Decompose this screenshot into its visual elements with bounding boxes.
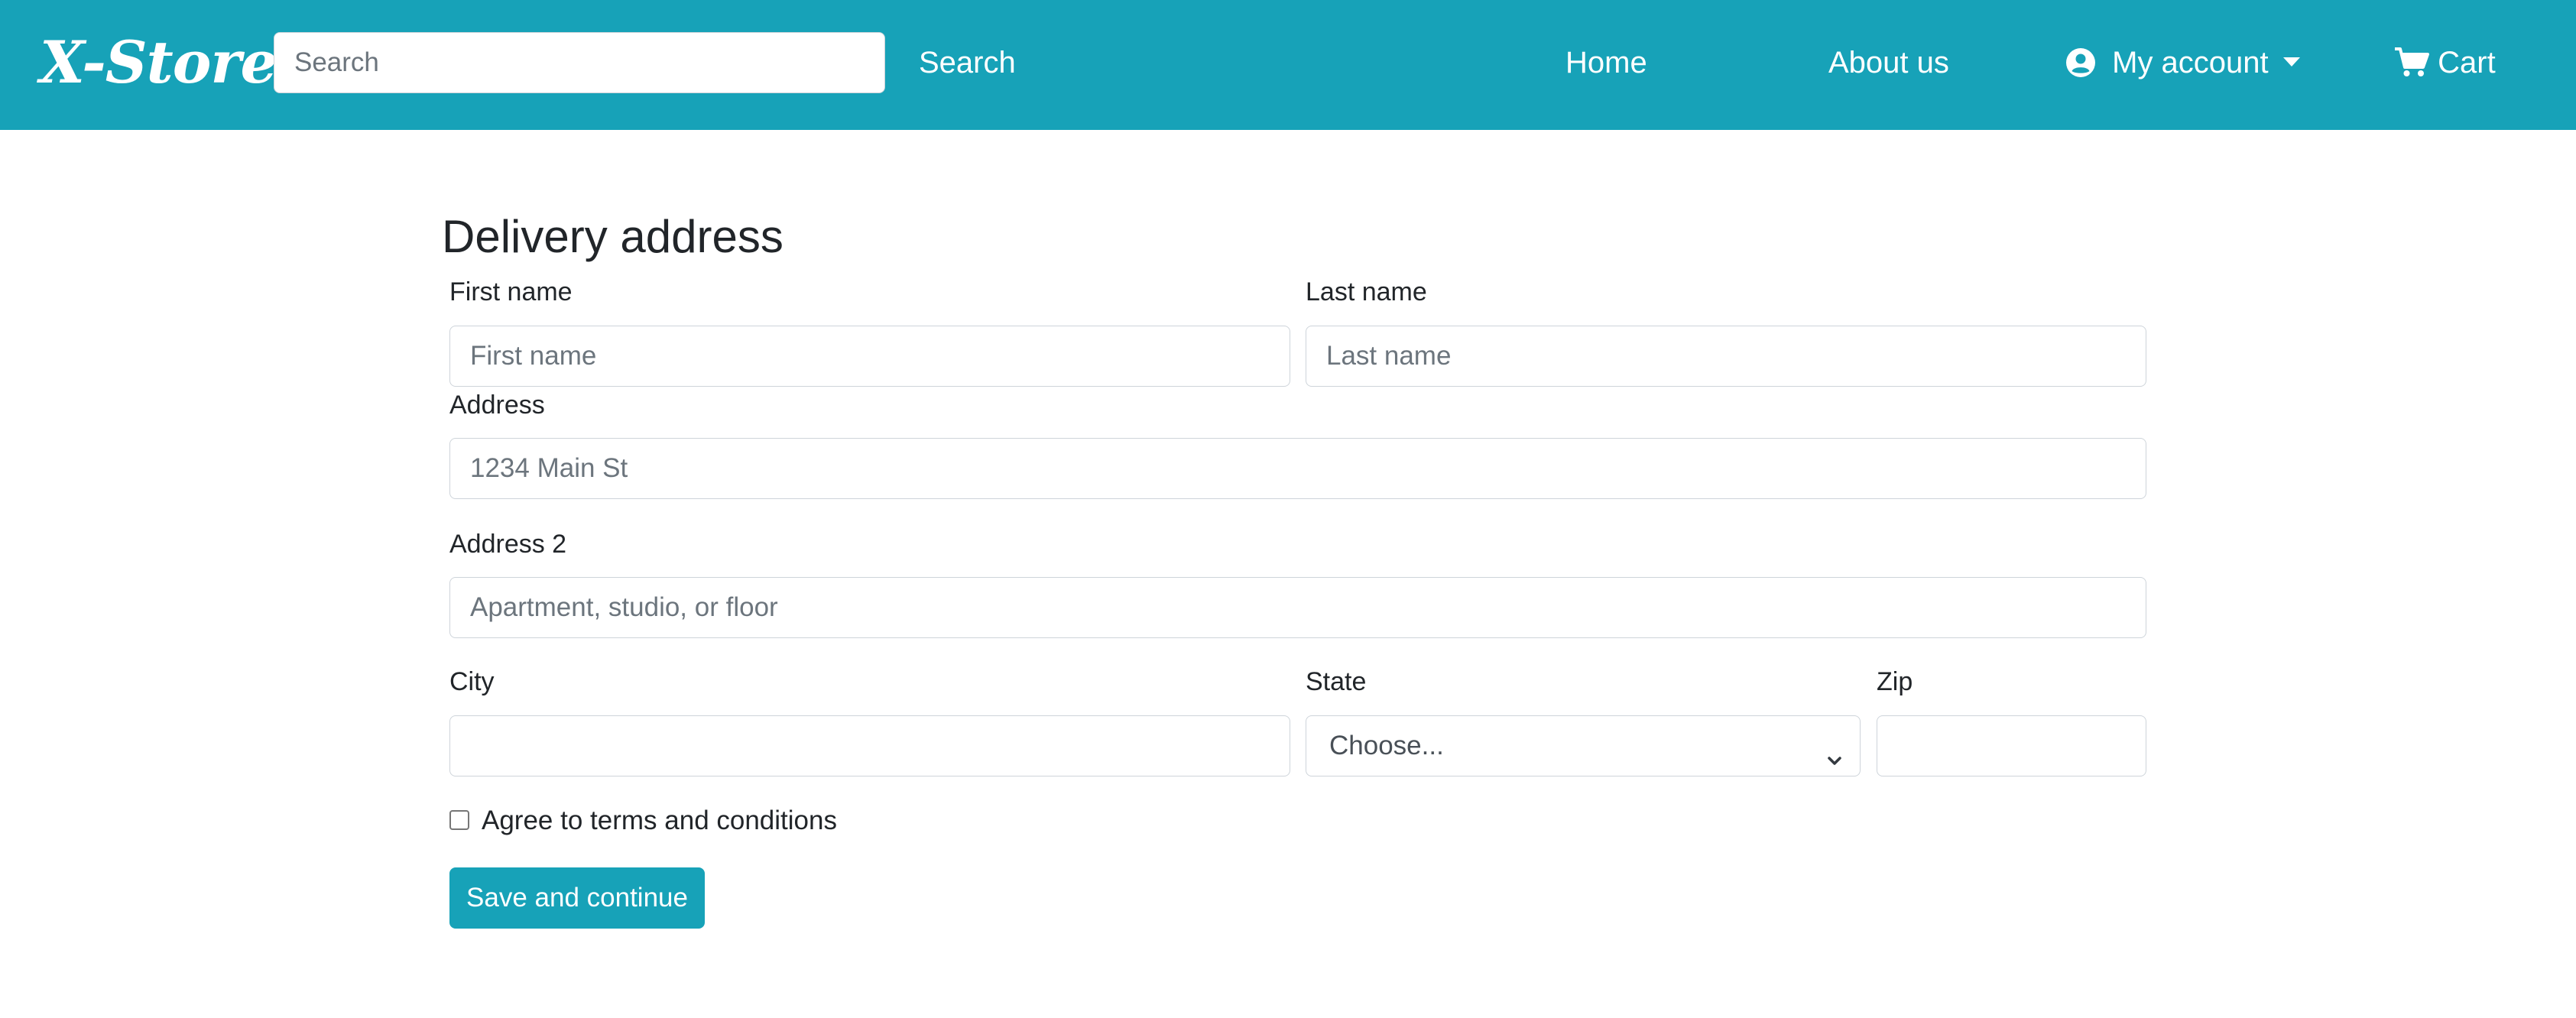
save-and-continue-button[interactable]: Save and continue	[449, 867, 705, 929]
caret-down-icon	[2282, 57, 2300, 67]
chevron-down-icon	[1823, 734, 1846, 794]
search-input[interactable]	[274, 32, 885, 93]
last-name-label: Last name	[1306, 277, 1427, 306]
user-circle-icon	[2065, 48, 2096, 78]
nav-link-about-label: About us	[1828, 46, 1949, 79]
shopping-cart-icon	[2394, 47, 2429, 77]
nav-link-my-account-label: My account	[2112, 46, 2269, 79]
zip-input[interactable]	[1877, 715, 2146, 776]
city-label: City	[449, 667, 495, 696]
nav-link-cart[interactable]: Cart	[2394, 32, 2496, 93]
state-select[interactable]: Choose...	[1306, 715, 1861, 776]
brand-logo[interactable]: X-Store	[40, 23, 277, 102]
last-name-input[interactable]	[1306, 326, 2146, 387]
address-label: Address	[449, 391, 545, 420]
page-title: Delivery address	[442, 211, 784, 262]
address2-input[interactable]	[449, 577, 2146, 638]
terms-label[interactable]: Agree to terms and conditions	[482, 804, 837, 838]
nav-link-home[interactable]: Home	[1565, 32, 1647, 93]
navbar: X-Store Search Home About us My account	[0, 0, 2576, 130]
state-label: State	[1306, 667, 1367, 696]
nav-link-home-label: Home	[1565, 46, 1647, 79]
first-name-input[interactable]	[449, 326, 1290, 387]
address2-label: Address 2	[449, 530, 567, 559]
nav-link-about[interactable]: About us	[1828, 32, 1949, 93]
nav-link-my-account[interactable]: My account	[2065, 32, 2300, 93]
search-button[interactable]: Search	[902, 32, 1033, 93]
state-select-value: Choose...	[1329, 731, 1444, 760]
zip-label: Zip	[1877, 667, 1913, 696]
address-input[interactable]	[449, 438, 2146, 499]
nav-link-cart-label: Cart	[2438, 46, 2496, 79]
first-name-label: First name	[449, 277, 573, 306]
city-input[interactable]	[449, 715, 1290, 776]
terms-checkbox[interactable]	[449, 810, 469, 830]
